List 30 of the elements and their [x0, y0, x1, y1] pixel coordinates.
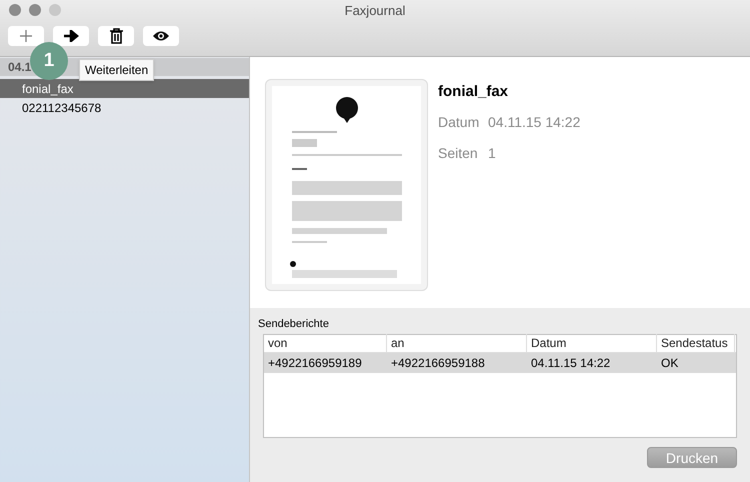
- delete-button[interactable]: [98, 26, 134, 46]
- tooltip: Weiterleiten: [79, 59, 154, 81]
- trash-icon: [110, 28, 122, 44]
- arrow-icon: [63, 30, 79, 42]
- table-cell-text: OK: [660, 354, 680, 372]
- add-button[interactable]: [8, 26, 44, 46]
- group-title: 04.1: [8, 59, 32, 76]
- table-cell-text: +4922166959188: [390, 354, 486, 372]
- minimize-button[interactable]: [29, 4, 41, 16]
- column-header[interactable]: Sendestatus: [657, 334, 735, 352]
- table-cell-text: +4922166959189: [267, 354, 363, 372]
- column-header[interactable]: von: [264, 334, 387, 352]
- forward-button[interactable]: [53, 26, 89, 46]
- table-cell-text: 04.11.15 14:22: [530, 354, 612, 372]
- table-row[interactable]: +4922166959189 +4922166959188 04.11.15 14:22 OK: [264, 352, 736, 372]
- preview-button[interactable]: [143, 26, 179, 46]
- close-button[interactable]: [9, 4, 21, 16]
- field-value: 04.11.15 14:22: [488, 112, 580, 132]
- column-header[interactable]: an: [387, 334, 527, 352]
- fax-title: fonial_fax: [438, 82, 510, 102]
- field-value: 1: [488, 144, 496, 162]
- field-label: Datum: [438, 112, 480, 132]
- sidebar-item[interactable]: fonial_fax: [0, 79, 249, 98]
- eye-icon: [152, 30, 170, 42]
- plus-icon: [19, 29, 33, 43]
- sidebar-item[interactable]: 022112345678: [0, 98, 249, 117]
- column-header[interactable]: Datum: [527, 334, 657, 352]
- window-title: Faxjournal: [344, 2, 406, 20]
- section-title: Sendeberichte: [258, 317, 330, 332]
- field-label: Seiten: [438, 144, 479, 162]
